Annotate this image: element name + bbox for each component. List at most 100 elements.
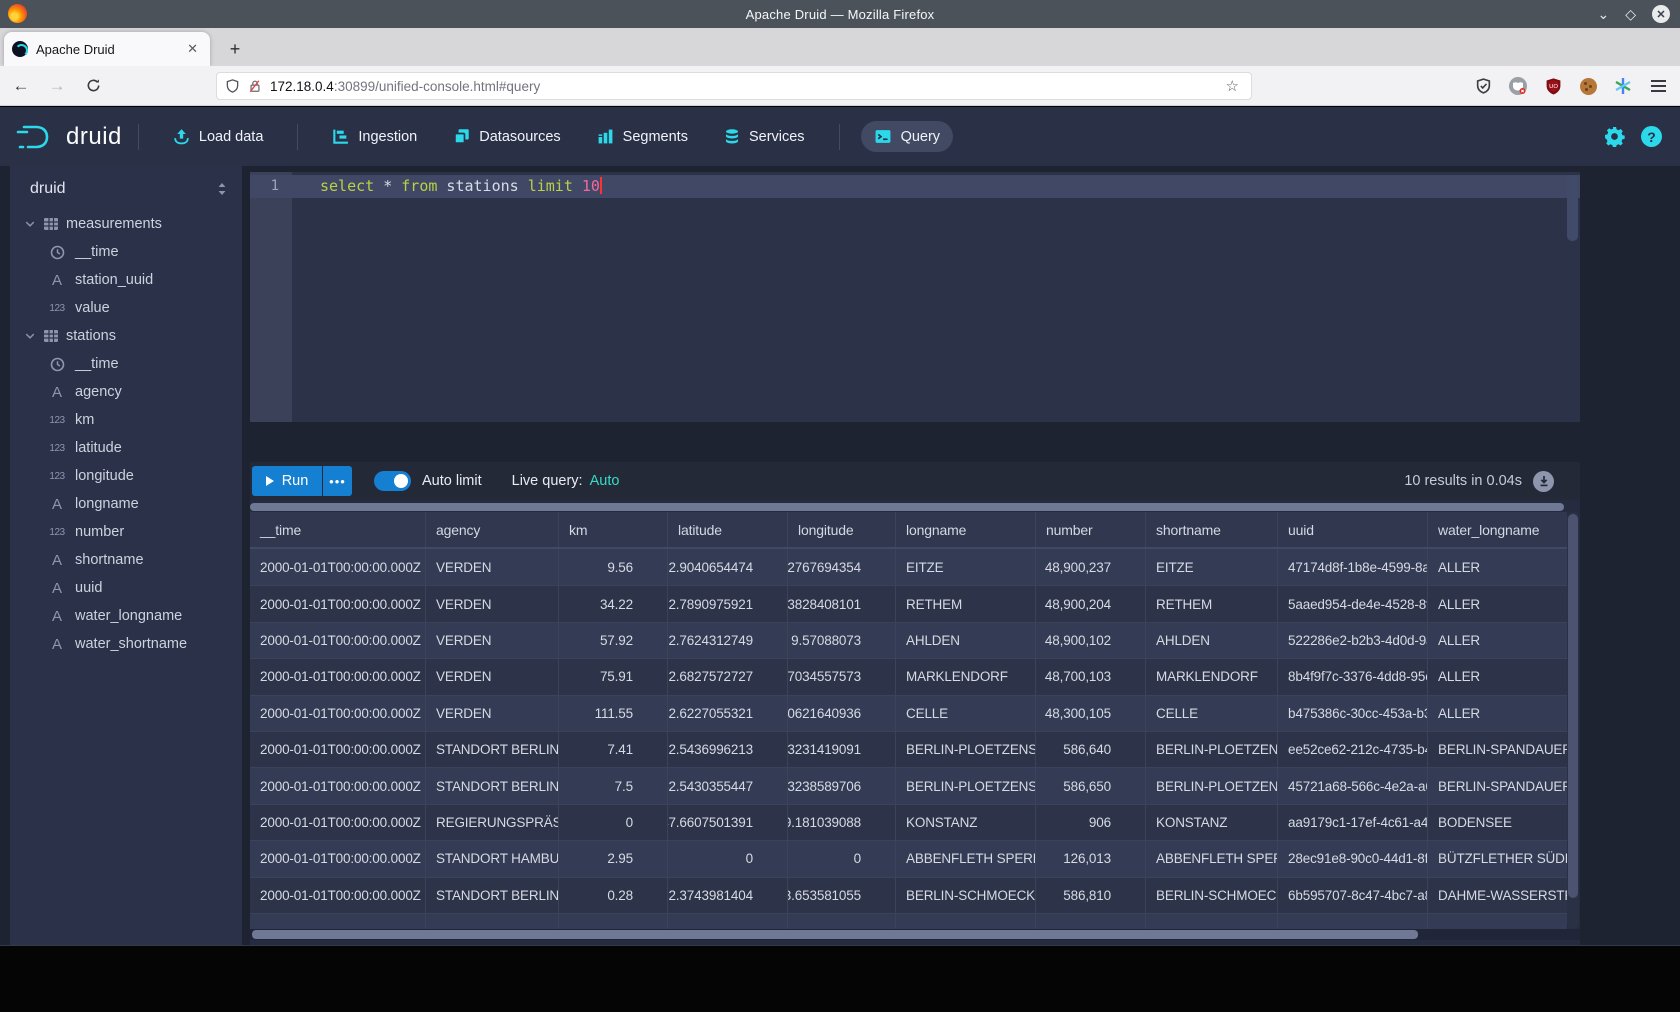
column-header-longitude[interactable]: longitude [787,512,895,547]
tree-column-km[interactable]: 123km [10,406,242,434]
cell-longitude[interactable]: 9.181039088 [787,805,895,840]
cell-shortname[interactable]: BERLIN-SCHMOECKWITZ [1145,878,1277,913]
cell-shortname[interactable]: RETHEM [1145,586,1277,621]
cell-latitude[interactable]: 52.6227055321 [667,696,787,731]
cell-uuid[interactable]: 28ec91e8-90c0-44d1-8f [1277,841,1427,876]
cell-__time[interactable]: 2000-01-01T00:00:00.000Z [250,732,425,767]
cell-__time[interactable]: 2000-01-01T00:00:00.000Z [250,878,425,913]
window-close-icon[interactable]: ✕ [1652,5,1670,23]
cell-__time[interactable]: 2000-01-01T00:00:00.000Z [250,659,425,694]
cell-water_longname[interactable]: DAHME-WASSERSTRAS [1427,878,1567,913]
reload-button[interactable] [78,72,108,100]
chevron-down-icon[interactable]: ⌄ [1597,7,1609,21]
column-header-longname[interactable]: longname [895,512,1035,547]
cell-uuid[interactable]: 6b595707-8c47-4bc7-a8 [1277,878,1427,913]
cell-number[interactable]: 586,640 [1035,732,1145,767]
cell-number[interactable]: 586,650 [1035,768,1145,803]
cell-uuid[interactable]: 45721a68-566c-4e2a-a6 [1277,768,1427,803]
cell-latitude[interactable]: 52.3743981404 [667,878,787,913]
cell-longitude[interactable]: 9.7034557573 [787,659,895,694]
sql-query-text[interactable]: select * from stations limit 10 [320,175,602,198]
cell-longname[interactable]: CELLE [895,696,1035,731]
cell-water_longname[interactable]: ALLER [1427,696,1567,731]
tree-column-station_uuid[interactable]: Astation_uuid [10,266,242,294]
live-query-value[interactable]: Auto [590,473,620,489]
download-results-button[interactable] [1533,471,1554,492]
tree-column-shortname[interactable]: Ashortname [10,546,242,574]
druid-brand[interactable]: druid [16,122,122,152]
privacy-shield-extension-icon[interactable] [1473,76,1493,96]
schema-selector[interactable]: druid [30,180,216,198]
cell-longitude[interactable]: 13.3231419091 [787,732,895,767]
cell-km[interactable]: 0.28 [558,878,667,913]
cell-uuid[interactable]: 5aaed954-de4e-4528-8f [1277,586,1427,621]
cell-shortname[interactable]: KONSTANZ [1145,805,1277,840]
cell-latitude[interactable]: 52.7624312749 [667,623,787,658]
column-header-__time[interactable]: __time [250,512,425,547]
cell-__time[interactable]: 2000-01-01T00:00:00.000Z [250,549,425,585]
cell-km[interactable]: 7.41 [558,732,667,767]
column-header-shortname[interactable]: shortname [1145,512,1277,547]
cell-water_longname[interactable]: BODENSEE [1427,805,1567,840]
editor-scrollbar[interactable] [1567,175,1578,241]
cell-longname[interactable]: EITZE [895,549,1035,585]
cell-number[interactable]: 586,810 [1035,878,1145,913]
cell-longname[interactable]: AHLDEN [895,623,1035,658]
tree-column-value[interactable]: 123value [10,294,242,322]
cell-water_longname[interactable]: BERLIN-SPANDAUER-S [1427,732,1567,767]
auto-limit-toggle[interactable] [374,471,411,491]
column-header-agency[interactable]: agency [425,512,558,547]
tracking-shield-icon[interactable] [225,78,240,94]
run-more-button[interactable]: ••• [323,466,352,496]
cell-__time[interactable]: 2000-01-01T00:00:00.000Z [250,586,425,621]
back-button[interactable]: ← [6,72,36,100]
sql-editor[interactable]: 1 select * from stations limit 10 [250,172,1580,422]
double-caret-icon[interactable] [216,182,228,196]
cell-uuid[interactable]: 522286e2-b2b3-4d0d-9a [1277,623,1427,658]
column-header-number[interactable]: number [1035,512,1145,547]
gear-icon[interactable] [1604,126,1625,147]
nav-item-datasources[interactable]: Datasources [440,121,573,152]
cell-water_longname[interactable]: ALLER [1427,623,1567,658]
cell-uuid[interactable]: 47174d8f-1b8e-4599-8a [1277,549,1427,585]
cell-longname[interactable]: RETHEM [895,586,1035,621]
nav-item-services[interactable]: Services [711,121,818,152]
cell-agency[interactable]: REGIERUNGSPRÄSIDIUM [425,805,558,840]
tree-table-stations[interactable]: stations [10,322,242,350]
multi-account-mask-icon[interactable] [1508,76,1528,96]
cell-water_longname[interactable]: ALLER [1427,549,1567,585]
cell-agency[interactable]: VERDEN [425,586,558,621]
cell-shortname[interactable]: ABBENFLETH SPERRWEI [1145,841,1277,876]
cell-km[interactable]: 7.5 [558,768,667,803]
cell-km[interactable]: 75.91 [558,659,667,694]
cell-shortname[interactable]: MARKLENDORF [1145,659,1277,694]
tree-column-uuid[interactable]: Auuid [10,574,242,602]
ublock-origin-icon[interactable]: UO [1543,76,1563,96]
column-header-latitude[interactable]: latitude [667,512,787,547]
cell-__time[interactable]: 2000-01-01T00:00:00.000Z [250,768,425,803]
results-hscrollbar-bottom[interactable] [250,929,1580,940]
cell-longname[interactable]: BERLIN-PLOETZENSEE U [895,768,1035,803]
run-button[interactable]: Run [252,466,322,496]
cell-longname[interactable]: BERLIN-PLOETZENSEE C [895,732,1035,767]
cell-longname[interactable]: MARKLENDORF [895,659,1035,694]
new-tab-button[interactable]: + [222,36,248,62]
results-vscrollbar[interactable] [1567,512,1579,929]
cell-latitude[interactable]: 52.6827572727 [667,659,787,694]
cell-__time[interactable]: 2000-01-01T00:00:00.000Z [250,696,425,731]
tree-column-__time[interactable]: __time [10,238,242,266]
menu-hamburger-icon[interactable] [1648,76,1668,96]
cell-number[interactable]: 48,700,103 [1035,659,1145,694]
cell-km[interactable]: 57.92 [558,623,667,658]
cell-longname[interactable]: ABBENFLETH SPERRWEI [895,841,1035,876]
cell-longitude[interactable]: 9.3828408101 [787,586,895,621]
cell-latitude[interactable]: 52.7890975921 [667,586,787,621]
window-restore-icon[interactable]: ◇ [1625,7,1636,21]
cell-agency[interactable]: VERDEN [425,659,558,694]
cell-longitude[interactable]: 9.57088073 [787,623,895,658]
tree-column-longitude[interactable]: 123longitude [10,462,242,490]
cell-longitude[interactable]: 13.653581055 [787,878,895,913]
cell-number[interactable]: 48,900,204 [1035,586,1145,621]
cell-water_longname[interactable]: ALLER [1427,586,1567,621]
cell-km[interactable]: 0 [558,805,667,840]
